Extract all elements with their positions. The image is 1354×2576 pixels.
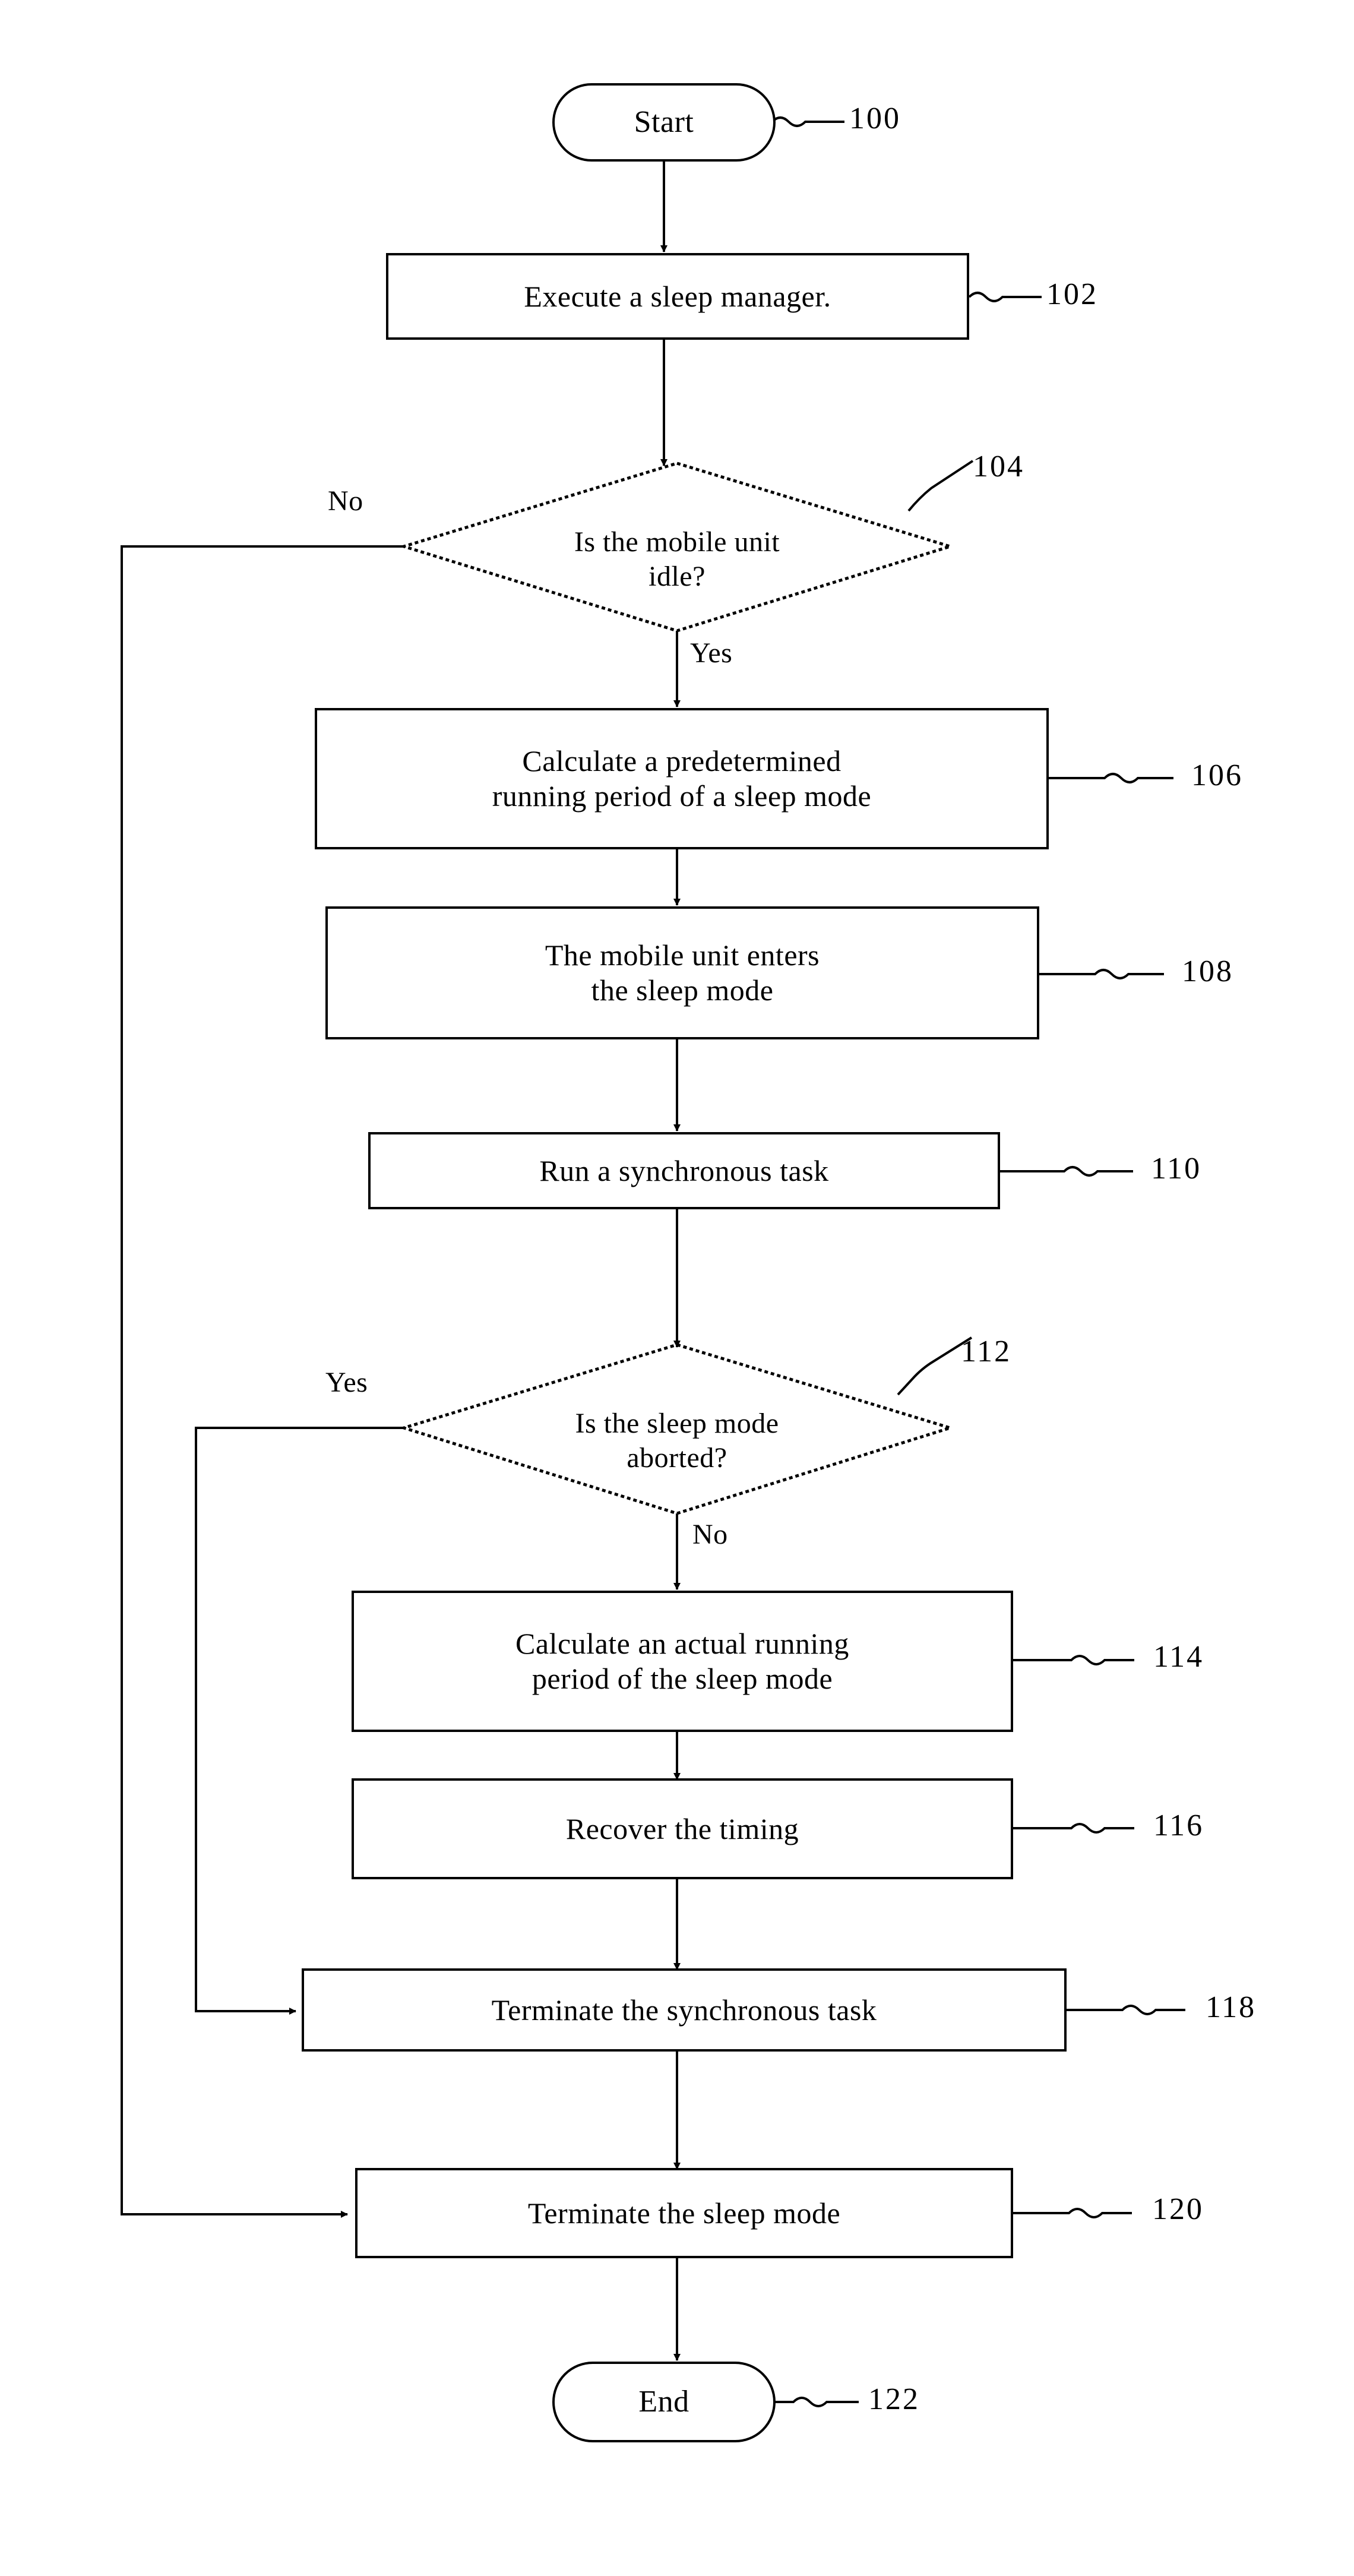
node-112-line2: aborted? — [627, 1442, 727, 1474]
leader-116 — [1012, 1823, 1134, 1834]
leader-110 — [999, 1166, 1133, 1177]
leader-118 — [1065, 2005, 1185, 2015]
ref-100: 100 — [849, 102, 901, 135]
ref-120: 120 — [1152, 2192, 1204, 2226]
edge-label-104-yes: Yes — [690, 637, 733, 669]
node-104-line1: Is the mobile unit — [574, 526, 780, 558]
ref-106: 106 — [1191, 758, 1243, 792]
leader-114 — [1012, 1655, 1134, 1665]
ref-104: 104 — [973, 450, 1024, 483]
flowchart-canvas: Start Execute a sleep manager. Is the mo… — [0, 0, 1354, 2576]
leader-104 — [907, 460, 974, 512]
node-102-label: Execute a sleep manager. — [524, 279, 831, 313]
node-start-label: Start — [634, 105, 694, 140]
leader-120 — [1012, 2208, 1132, 2218]
node-execute-sleep-manager[interactable]: Execute a sleep manager. — [386, 253, 969, 340]
leader-108 — [1038, 969, 1164, 979]
ref-110: 110 — [1151, 1152, 1202, 1186]
edge-label-104-no: No — [328, 485, 363, 517]
leader-106 — [1048, 773, 1173, 783]
node-106-line2: running period of a sleep mode — [492, 779, 872, 813]
node-110-label: Run a synchronous task — [539, 1153, 829, 1187]
ref-122: 122 — [868, 2382, 920, 2416]
node-end-label: End — [638, 2385, 689, 2419]
node-is-sleep-mode-aborted[interactable]: Is the sleep mode aborted? — [416, 1393, 938, 1488]
ref-118: 118 — [1206, 1990, 1257, 2024]
node-terminate-sleep-mode[interactable]: Terminate the sleep mode — [355, 2168, 1013, 2258]
node-run-synchronous-task[interactable]: Run a synchronous task — [368, 1132, 1000, 1209]
node-114-line1: Calculate an actual running — [515, 1627, 849, 1660]
node-terminate-synchronous-task[interactable]: Terminate the synchronous task — [302, 1968, 1067, 2052]
node-start[interactable]: Start — [552, 83, 776, 162]
ref-102: 102 — [1046, 277, 1098, 311]
node-112-line1: Is the sleep mode — [575, 1408, 779, 1440]
ref-116: 116 — [1153, 1809, 1204, 1842]
node-104-line2: idle? — [648, 561, 706, 592]
node-106-line1: Calculate a predetermined — [522, 744, 841, 777]
ref-112: 112 — [961, 1335, 1012, 1368]
node-end[interactable]: End — [552, 2362, 776, 2442]
node-118-label: Terminate the synchronous task — [491, 1993, 877, 2027]
edge-label-112-yes: Yes — [325, 1367, 368, 1398]
leader-102 — [968, 292, 1042, 302]
node-108-line2: the sleep mode — [591, 973, 774, 1007]
node-120-label: Terminate the sleep mode — [527, 2196, 841, 2230]
node-recover-timing[interactable]: Recover the timing — [352, 1778, 1013, 1879]
node-calculate-predetermined-period[interactable]: Calculate a predetermined running period… — [315, 708, 1049, 849]
node-enter-sleep-mode[interactable]: The mobile unit enters the sleep mode — [325, 906, 1039, 1039]
ref-114: 114 — [1153, 1640, 1204, 1674]
ref-108: 108 — [1182, 954, 1233, 988]
node-116-label: Recover the timing — [565, 1812, 799, 1845]
node-is-mobile-unit-idle[interactable]: Is the mobile unit idle? — [416, 512, 938, 607]
node-calculate-actual-period[interactable]: Calculate an actual running period of th… — [352, 1591, 1013, 1732]
node-114-line2: period of the sleep mode — [532, 1662, 833, 1695]
leader-100 — [771, 116, 844, 127]
edge-label-112-no: No — [692, 1519, 728, 1550]
node-108-line1: The mobile unit enters — [545, 938, 820, 972]
leader-122 — [770, 2397, 859, 2407]
